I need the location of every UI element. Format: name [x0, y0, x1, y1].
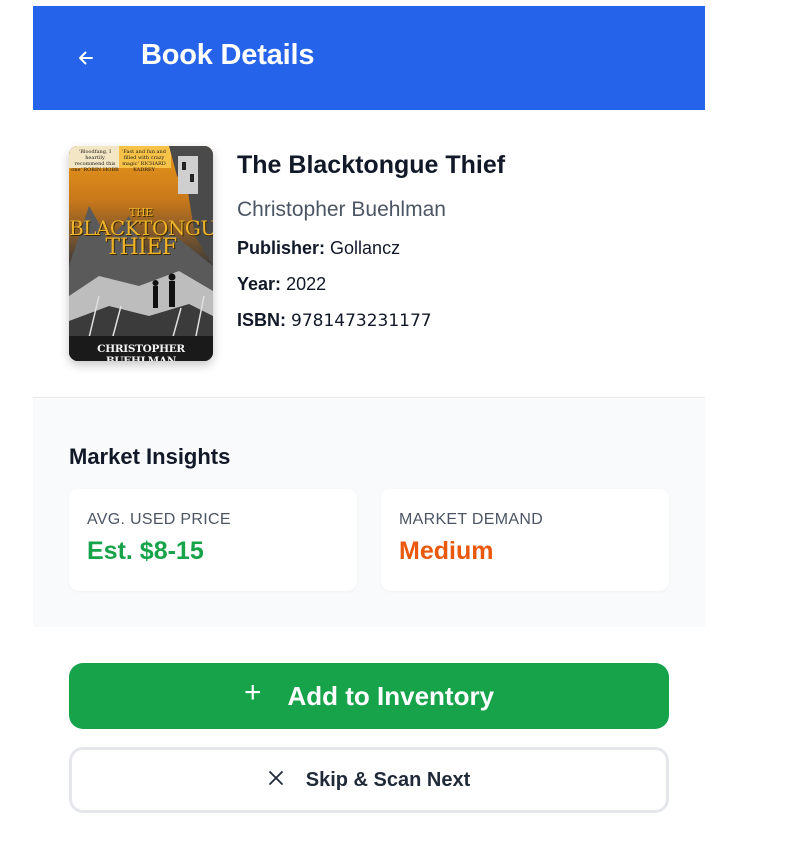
- isbn-label: ISBN:: [237, 310, 286, 330]
- page-title: Book Details: [141, 39, 315, 71]
- book-details-screen: Book Details 'Bloodfang, I heartily reco…: [33, 6, 705, 847]
- cover-author: CHRISTOPHER BUEHLMAN: [97, 343, 185, 361]
- year-label: Year:: [237, 274, 282, 294]
- isbn-row: ISBN: 9781473231177: [237, 309, 677, 332]
- app-header: Book Details: [33, 6, 705, 110]
- avg-price-label: AVG. USED PRICE: [87, 511, 231, 528]
- add-to-inventory-label: Add to Inventory: [287, 680, 495, 711]
- cover-title-line: THIEF: [105, 235, 177, 260]
- plus-icon: +: [243, 676, 262, 709]
- market-insights-section: Market Insights AVG. USED PRICE Est. $8-…: [33, 399, 705, 627]
- cover-title: THE BLACKTONGUE THIEF: [69, 207, 213, 260]
- avg-price-value: Est. $8-15: [87, 537, 204, 565]
- book-cover-image: 'Bloodfang, I heartily recommend this on…: [69, 146, 213, 361]
- cover-blurb-right: 'Fast and fun and filled with crazy magi…: [122, 149, 166, 173]
- book-meta: The Blacktongue Thief Christopher Buehlm…: [237, 150, 677, 332]
- arrow-left-icon: [79, 51, 93, 65]
- book-info-section: 'Bloodfang, I heartily recommend this on…: [33, 110, 705, 398]
- market-demand-value: Medium: [399, 537, 494, 565]
- market-demand-card: MARKET DEMAND Medium: [381, 489, 669, 591]
- book-title: The Blacktongue Thief: [237, 151, 506, 179]
- skip-scan-next-button[interactable]: Skip & Scan Next: [69, 747, 669, 813]
- year-row: Year: 2022: [237, 273, 677, 295]
- publisher-row: Publisher: Gollancz: [237, 237, 677, 259]
- year-value: 2022: [286, 274, 327, 294]
- add-to-inventory-button[interactable]: + Add to Inventory: [69, 663, 669, 729]
- publisher-value: Gollancz: [330, 238, 401, 258]
- close-icon: [268, 770, 284, 786]
- back-button[interactable]: [69, 42, 103, 74]
- avg-price-card: AVG. USED PRICE Est. $8-15: [69, 489, 357, 591]
- market-insights-heading: Market Insights: [69, 444, 231, 469]
- market-demand-label: MARKET DEMAND: [399, 511, 544, 528]
- book-author: Christopher Buehlman: [237, 198, 446, 221]
- skip-scan-next-label: Skip & Scan Next: [305, 768, 471, 791]
- cover-blurb-left: 'Bloodfang, I heartily recommend this on…: [71, 149, 119, 173]
- publisher-label: Publisher:: [237, 238, 326, 258]
- isbn-value: 9781473231177: [291, 311, 432, 331]
